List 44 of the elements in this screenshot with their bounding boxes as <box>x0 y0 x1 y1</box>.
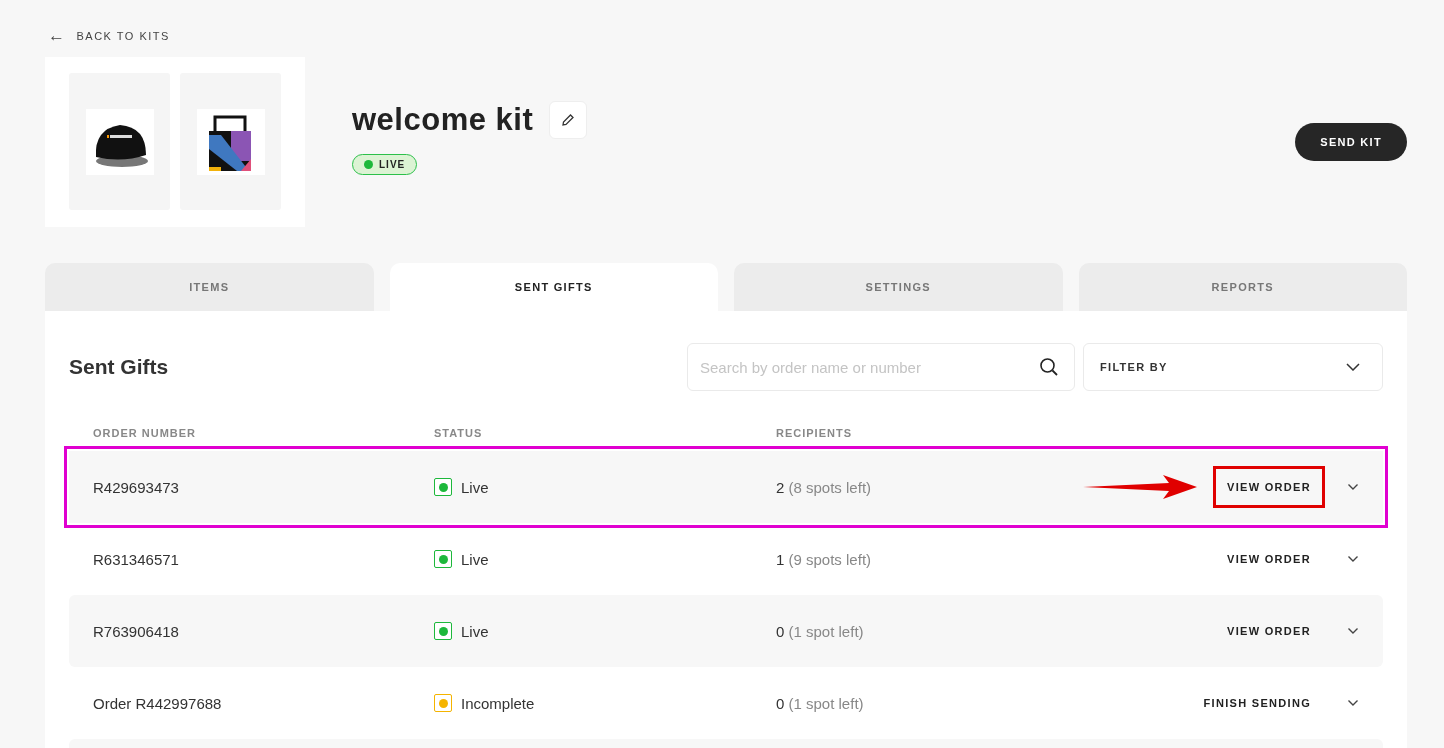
status-label: Live <box>461 550 489 568</box>
order-number: R429693473 <box>93 478 180 496</box>
section-title: Sent Gifts <box>69 355 170 379</box>
chevron-down-icon[interactable] <box>1347 483 1359 491</box>
order-number: R763906418 <box>93 622 180 640</box>
chevron-down-icon <box>1346 363 1360 371</box>
order-number: R631346571 <box>93 550 180 568</box>
status-icon <box>434 478 452 496</box>
kit-title: welcome kit <box>352 102 534 138</box>
filter-dropdown[interactable]: FILTER BY <box>1083 343 1383 391</box>
order-number: Order R442997688 <box>93 694 223 712</box>
status-icon <box>434 622 452 640</box>
recipients-count: 1 (9 spots left) <box>776 550 872 568</box>
tab[interactable]: ITEMS <box>45 263 374 311</box>
tab[interactable]: SENT GIFTS <box>389 263 718 311</box>
edit-button[interactable] <box>549 101 588 139</box>
pencil-icon <box>561 113 576 127</box>
cap-photo <box>85 108 154 175</box>
chevron-down-icon[interactable] <box>1347 555 1359 563</box>
recipients-count: 2 (8 spots left) <box>776 478 872 496</box>
tab[interactable]: SETTINGS <box>734 263 1063 311</box>
status-icon <box>434 550 452 568</box>
send-kit-button[interactable]: SEND KIT <box>1295 123 1407 161</box>
status-label: Incomplete <box>461 694 535 712</box>
column-header: ORDER NUMBER <box>93 427 198 439</box>
status-icon <box>434 694 452 712</box>
search-field[interactable]: Search by order name or number <box>687 343 1075 391</box>
recipients-count: 0 (1 spot left) <box>776 622 864 640</box>
status-label: Live <box>461 478 489 496</box>
back-link[interactable]: ← BACK TO KITS <box>48 26 170 46</box>
tab[interactable]: REPORTS <box>1078 263 1407 311</box>
status-badge: LIVE <box>352 154 418 175</box>
row-action-link[interactable]: VIEW ORDER <box>1213 466 1325 508</box>
column-header: STATUS <box>434 427 484 439</box>
search-icon <box>1039 357 1059 377</box>
tote-bag-photo <box>196 108 265 175</box>
row-action-link[interactable]: VIEW ORDER <box>1213 538 1325 580</box>
status-label: Live <box>461 622 489 640</box>
recipients-count: 0 (1 spot left) <box>776 694 864 712</box>
row-action-link[interactable]: VIEW ORDER <box>1213 610 1325 652</box>
chevron-down-icon[interactable] <box>1347 699 1359 707</box>
chevron-down-icon[interactable] <box>1347 627 1359 635</box>
column-header: RECIPIENTS <box>776 427 852 439</box>
row-action-link[interactable]: FINISH SENDING <box>1189 682 1325 724</box>
